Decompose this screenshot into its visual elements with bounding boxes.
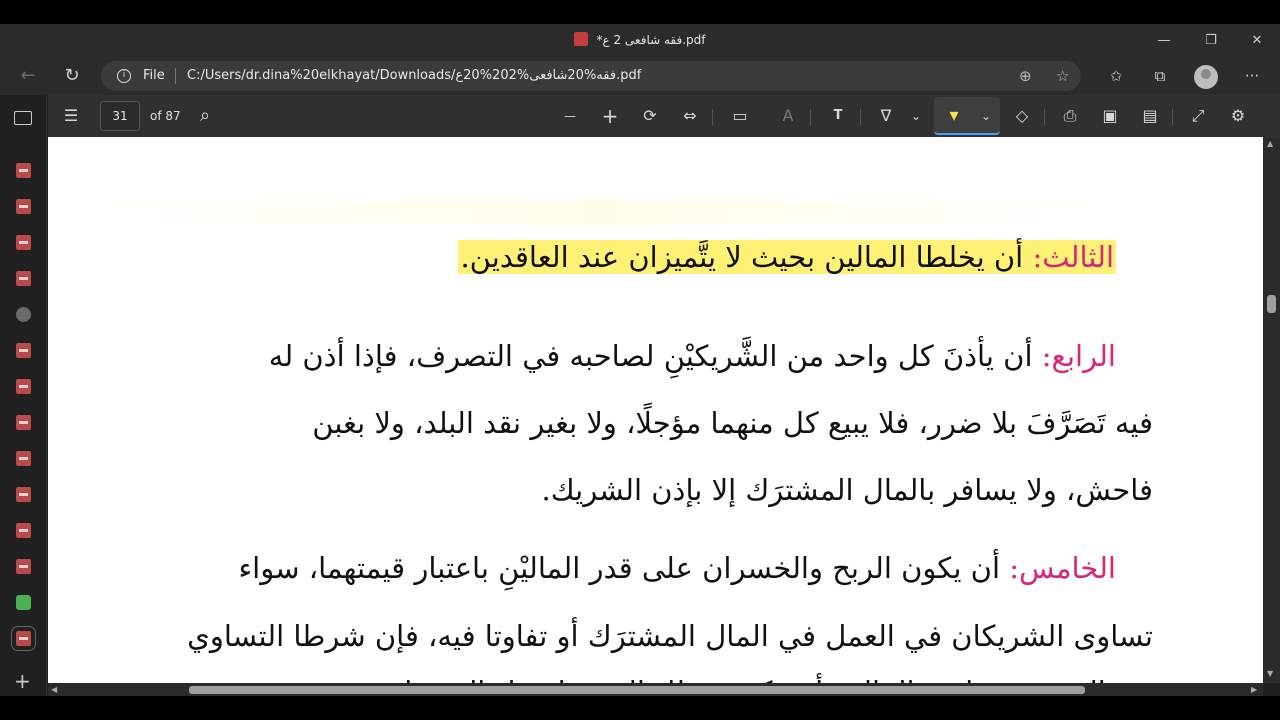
pdf-tab-icon[interactable] [16,235,31,250]
pdf-tab-icon[interactable] [16,415,31,430]
print-icon[interactable]: ⎙ [1058,101,1082,131]
contents-icon[interactable]: ☰ [60,101,82,131]
zoom-out-button[interactable]: — [558,101,582,131]
line-text: أن يكون الربح والخسران على قدر الماليْنِ… [238,551,1001,585]
pdf-file-icon [574,32,589,46]
vertical-scrollbar[interactable]: ▲ ▼ [1263,137,1280,683]
profile-avatar[interactable] [1194,65,1218,89]
maximize-button[interactable]: ❐ [1188,24,1234,57]
browser-window: *فقه شافعى 2 ع.pdf — ❐ ✕ ← ↻ i File C:/U… [0,24,1280,696]
save-icon[interactable]: ▣ [1098,101,1122,131]
tab-sidebar: + [0,95,47,696]
draw-dropdown-chevron-icon[interactable]: ⌄ [908,101,924,131]
pdf-tab-icon[interactable] [16,451,31,466]
scroll-right-arrow-icon[interactable]: ▶ [1251,683,1257,696]
toolbar-separator [712,109,713,125]
horizontal-scroll-thumb[interactable] [189,686,1085,694]
pdf-toolbar: ☰ 31 of 87 ⌕ — + ⟳ ⇔ ▭ A T ∇ ⌄ ▾ ⌄ ◇ ⎙ ▣… [48,95,1280,137]
tab-actions-icon[interactable] [14,111,32,125]
line-text: فيه تَصَرَّفَ بلا ضرر، فلا يبيع كل منهما… [312,406,1153,440]
line-text: فاحش، ولا يسافر بالمال المشترَك إلا بإذن… [541,473,1153,507]
minimize-button[interactable]: — [1141,24,1187,57]
pdf-tab-icon[interactable] [16,559,31,574]
full-screen-icon[interactable]: ⤢ [1186,101,1210,131]
document-viewport[interactable]: الثالث: أن يخلطا المالين بحيث لا يتَّميز… [48,137,1263,683]
toolbar-separator [1044,109,1045,125]
eraser-icon[interactable]: ◇ [1010,101,1034,131]
pdf-tab-icon[interactable] [16,487,31,502]
back-button[interactable]: ← [13,61,43,91]
close-button[interactable]: ✕ [1234,24,1280,57]
collections-icon[interactable]: ⧉ [1145,61,1175,91]
paragraph-line-2: الرابع: أن يأذنَ كل واحد من الشَّريكيْنِ… [269,332,1116,380]
pdf-tab-icon[interactable] [16,271,31,286]
page-count-label: of 87 [150,109,181,123]
scroll-down-arrow-icon[interactable]: ▼ [1267,669,1273,678]
page-faint-band [48,199,1148,225]
address-row: ← ↻ i File C:/Users/dr.dina%20elkhayat/D… [0,57,1280,95]
window-title: *فقه شافعى 2 ع.pdf [0,32,1280,47]
pdf-tab-icon[interactable] [16,523,31,538]
pdf-tab-icon[interactable] [16,163,31,178]
reload-button[interactable]: ↻ [57,61,87,91]
highlight-icon[interactable]: ▾ [942,101,966,131]
page-number-input[interactable]: 31 [100,101,140,131]
save-as-icon[interactable]: ▤ [1138,101,1162,131]
item-label: الرابع: [1041,339,1116,373]
highlighted-text: الثالث: أن يخلطا المالين بحيث لا يتَّميز… [458,240,1116,274]
read-aloud-icon[interactable]: A [776,101,800,131]
address-bar[interactable]: i File C:/Users/dr.dina%20elkhayat/Downl… [101,61,1081,91]
pdf-tab-icon[interactable] [16,379,31,394]
line-text: أن يخلطا المالين بحيث لا يتَّميزان عند ا… [460,240,1024,274]
draw-icon[interactable]: ∇ [874,101,898,131]
paragraph-line-3: فيه تَصَرَّفَ بلا ضرر، فلا يبيع كل منهما… [312,399,1153,447]
settings-menu-icon[interactable]: ··· [1237,61,1267,91]
pdf-page: الثالث: أن يخلطا المالين بحيث لا يتَّميز… [48,137,1263,683]
scroll-up-arrow-icon[interactable]: ▲ [1267,139,1273,148]
active-pdf-tab-icon[interactable] [11,626,36,651]
toolbar-separator [810,109,811,125]
item-label: الخامس: [1009,551,1116,585]
page-view-icon[interactable]: ▭ [728,101,752,131]
zoom-icon[interactable]: ⊕ [1019,61,1032,91]
window-title-text: *فقه شافعى 2 ع.pdf [596,33,706,47]
line-text: أن يأذنَ كل واحد من الشَّريكيْنِ لصاحبه … [268,339,1033,373]
fit-page-icon[interactable]: ⇔ [678,101,702,131]
scroll-left-arrow-icon[interactable]: ◀ [51,683,57,696]
pdf-settings-icon[interactable]: ⚙ [1226,101,1250,131]
paragraph-line-1: الثالث: أن يخلطا المالين بحيث لا يتَّميز… [458,233,1116,281]
paragraph-line-5: الخامس: أن يكون الربح والخسران على قدر ا… [239,544,1116,592]
line-text: في الربح مع تفاوت المالين أو عكسه بطل ال… [400,675,1153,683]
highlight-dropdown-chevron-icon[interactable]: ⌄ [978,101,994,131]
app-tab-icon[interactable] [16,595,31,610]
paragraph-line-4: فاحش، ولا يسافر بالمال المشترَك إلا بإذن… [542,466,1153,514]
item-label: الثالث: [1032,240,1114,274]
search-icon[interactable]: ⌕ [194,101,216,131]
address-separator [175,68,176,84]
url-text[interactable]: C:/Users/dr.dina%20elkhayat/Downloads/فق… [187,61,641,91]
file-scheme-label: File [143,68,165,83]
title-bar: *فقه شافعى 2 ع.pdf — ❐ ✕ [0,24,1280,57]
settings-tab-icon[interactable] [16,307,31,322]
add-favorite-icon[interactable]: ☆ [1056,61,1069,91]
letterbox-bottom [0,696,1280,720]
new-tab-plus-icon[interactable]: + [14,671,31,691]
letterbox-top [0,0,1280,24]
info-icon[interactable]: i [117,61,133,91]
paragraph-line-7: في الربح مع تفاوت المالين أو عكسه بطل ال… [400,668,1153,683]
line-text: تساوى الشريكان في العمل في المال المشترَ… [187,619,1153,653]
zoom-in-button[interactable]: + [598,101,622,131]
horizontal-scrollbar[interactable]: ◀ ▶ [48,683,1263,696]
favorites-icon[interactable]: ✩ [1101,61,1131,91]
pdf-tab-icon[interactable] [16,199,31,214]
paragraph-line-6: تساوى الشريكان في العمل في المال المشترَ… [187,612,1153,660]
toolbar-separator [1172,109,1173,125]
vertical-scroll-thumb[interactable] [1267,295,1276,313]
rotate-icon[interactable]: ⟳ [638,101,662,131]
pdf-tab-icon[interactable] [16,343,31,358]
add-text-icon[interactable]: T [826,101,850,131]
toolbar-separator [860,109,861,125]
